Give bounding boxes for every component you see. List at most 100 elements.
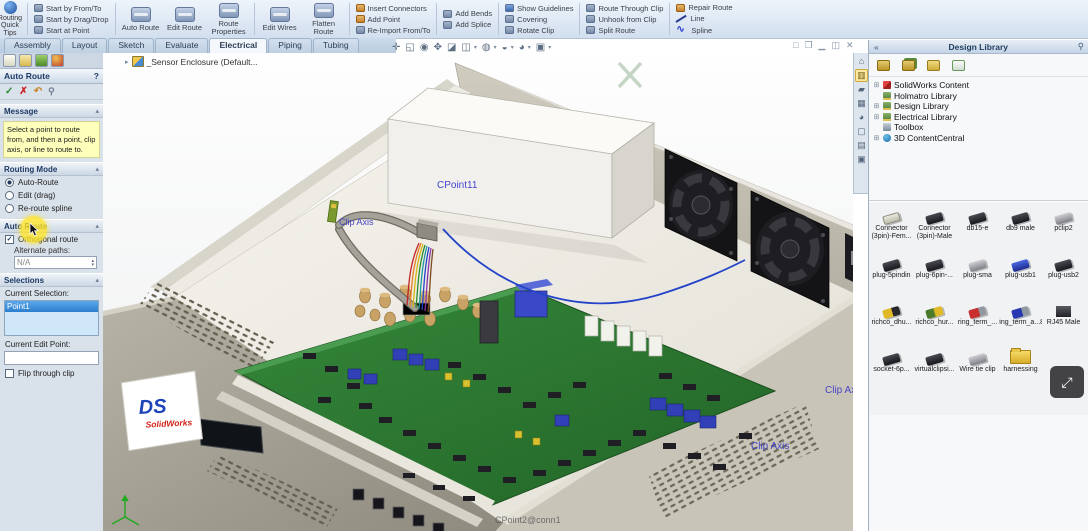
add-point-button[interactable]: Add Point bbox=[356, 15, 431, 24]
library-item[interactable]: plug-usb2 bbox=[1042, 253, 1085, 300]
tab-evaluate[interactable]: Evaluate bbox=[155, 38, 208, 53]
tree-item-design-library[interactable]: ⊞Design Library bbox=[873, 101, 1087, 112]
expander-icon[interactable]: ⊞ bbox=[873, 102, 880, 110]
rotate-clip-button[interactable]: Rotate Clip bbox=[505, 26, 573, 35]
start-at-point-button[interactable]: Start at Point bbox=[34, 26, 109, 35]
view-orientation-icon[interactable]: ◫ bbox=[461, 42, 470, 53]
pin-button[interactable]: ⚲ bbox=[48, 86, 55, 97]
window-restore-icon[interactable]: ❐ bbox=[804, 40, 812, 51]
scenes-icon[interactable]: ▢ bbox=[855, 125, 868, 138]
route-properties-button[interactable]: Route Properties bbox=[208, 3, 250, 36]
reimport-fromto-button[interactable]: Re-Import From/To bbox=[356, 26, 431, 35]
spline-button[interactable]: ∿Spline bbox=[676, 25, 732, 35]
routing-mode-section-header[interactable]: Routing Mode ▴ bbox=[0, 162, 103, 176]
hide-show-items-icon[interactable]: ◒ bbox=[502, 42, 508, 53]
tree-expander-icon[interactable]: ▸ bbox=[125, 58, 129, 66]
edit-route-button[interactable]: Edit Route bbox=[164, 7, 206, 32]
custom-properties-icon[interactable]: ▤ bbox=[855, 139, 868, 152]
window-maximize-icon[interactable]: □ bbox=[793, 40, 798, 51]
display-manager-tab-icon[interactable] bbox=[51, 54, 64, 67]
library-item[interactable]: richco_hur... bbox=[913, 300, 956, 347]
clip-axis-near-label[interactable]: Clip Axis bbox=[339, 217, 374, 227]
document-recovery-icon[interactable]: ▣ bbox=[855, 153, 868, 166]
pin-pane-icon[interactable]: ⚲ bbox=[1073, 41, 1088, 52]
edit-wires-button[interactable]: Edit Wires bbox=[259, 7, 301, 32]
design-library-tab-icon[interactable]: ▥ bbox=[855, 69, 868, 82]
dropdown-caret[interactable]: ▾ bbox=[474, 44, 477, 51]
window-minimize-icon[interactable]: ▁ bbox=[819, 40, 826, 51]
library-item[interactable]: plug-6pin-... bbox=[913, 253, 956, 300]
library-item[interactable]: plug-sma bbox=[956, 253, 999, 300]
tree-item-holmatro-library[interactable]: Holmatro Library bbox=[873, 91, 1087, 102]
line-button[interactable]: Line bbox=[676, 14, 732, 23]
library-item[interactable]: db15-e bbox=[956, 206, 999, 253]
property-manager-tab-icon[interactable] bbox=[19, 54, 32, 67]
current-selection-listbox[interactable]: Point1 bbox=[4, 300, 99, 336]
orthogonal-route-checkbox[interactable]: ✓Orthogonal route bbox=[0, 233, 103, 246]
apply-scene-icon[interactable]: ▣ bbox=[536, 42, 545, 53]
cpoint-top-label[interactable]: CPoint11 bbox=[437, 180, 478, 191]
library-item[interactable]: RJ45 Male bbox=[1042, 300, 1085, 347]
auto-route-button[interactable]: Auto Route bbox=[120, 7, 162, 32]
flatten-route-button[interactable]: Flatten Route bbox=[303, 3, 345, 36]
selections-section-header[interactable]: Selections ▴ bbox=[0, 273, 103, 287]
unhook-from-clip-button[interactable]: Unhook from Clip bbox=[586, 15, 663, 24]
add-file-location-icon[interactable] bbox=[902, 60, 915, 71]
tree-item-toolbox[interactable]: Toolbox bbox=[873, 122, 1087, 133]
edit-drag-radio[interactable]: Edit (drag) bbox=[0, 189, 103, 202]
split-route-button[interactable]: Split Route bbox=[586, 26, 663, 35]
add-bends-button[interactable]: Add Bends bbox=[443, 9, 492, 18]
zoom-in-out-icon[interactable]: ◉ bbox=[420, 42, 429, 53]
routing-quick-tips-button[interactable]: Routing Quick Tips bbox=[0, 0, 25, 38]
repair-route-button[interactable]: Repair Route bbox=[676, 3, 732, 12]
clip-axis-upper-label[interactable]: Clip Axis bbox=[825, 385, 853, 396]
window-tile-icon[interactable]: ◫ bbox=[831, 40, 840, 51]
flip-through-clip-checkbox[interactable]: Flip through clip bbox=[0, 367, 103, 380]
library-item[interactable]: pclip2 bbox=[1042, 206, 1085, 253]
tree-item-3d-contentcentral[interactable]: ⊞3D ContentCentral bbox=[873, 133, 1087, 144]
insert-connectors-button[interactable]: Insert Connectors bbox=[356, 4, 431, 13]
spinner-down-icon[interactable]: ▾ bbox=[91, 263, 94, 267]
start-by-fromto-button[interactable]: Start by From/To bbox=[34, 4, 109, 13]
undo-button[interactable]: ↶ bbox=[34, 86, 42, 97]
edit-appearance-icon[interactable]: ◕ bbox=[519, 42, 525, 53]
view-palette-icon[interactable]: ▦ bbox=[855, 97, 868, 110]
ok-button[interactable]: ✓ bbox=[5, 86, 13, 97]
tab-electrical[interactable]: Electrical bbox=[209, 38, 267, 53]
auto-route-radio[interactable]: Auto-Route bbox=[0, 176, 103, 189]
library-item[interactable]: Wire tie clip bbox=[956, 347, 999, 394]
tab-assembly[interactable]: Assembly bbox=[4, 38, 61, 53]
appearances-scenes-icon[interactable]: ◕ bbox=[855, 111, 868, 124]
cpoint-bottom-label[interactable]: CPoint2@conn1 bbox=[495, 515, 561, 525]
current-edit-point-input[interactable] bbox=[4, 351, 99, 365]
auto-route-section-header[interactable]: Auto Route ▴ bbox=[0, 219, 103, 233]
tab-layout[interactable]: Layout bbox=[62, 38, 108, 53]
configuration-manager-tab-icon[interactable] bbox=[35, 54, 48, 67]
library-item[interactable]: socket-6p... bbox=[870, 347, 913, 394]
add-splice-button[interactable]: Add Splice bbox=[443, 20, 492, 29]
library-item[interactable]: Connector (3pin)-Fem... bbox=[870, 206, 913, 253]
feature-manager-tab-icon[interactable] bbox=[3, 54, 16, 67]
route-through-clip-button[interactable]: Route Through Clip bbox=[586, 4, 663, 13]
graphics-viewport[interactable]: DS SolidWorks bbox=[103, 53, 853, 531]
library-item[interactable]: virtualclipsi... bbox=[913, 347, 956, 394]
library-item[interactable]: ring_term_a...8 bbox=[999, 300, 1042, 347]
display-style-icon[interactable]: ◍ bbox=[482, 42, 491, 53]
dropdown-caret[interactable]: ▾ bbox=[494, 44, 497, 51]
start-by-dragdrop-button[interactable]: Start by Drag/Drop bbox=[34, 15, 109, 24]
tab-sketch[interactable]: Sketch bbox=[108, 38, 154, 53]
add-to-library-icon[interactable] bbox=[877, 60, 890, 71]
cancel-button[interactable]: ✗ bbox=[19, 86, 27, 97]
section-view-icon[interactable]: ◪ bbox=[447, 42, 456, 53]
tab-tubing[interactable]: Tubing bbox=[313, 38, 359, 53]
create-new-folder-icon[interactable] bbox=[927, 60, 940, 71]
window-close-icon[interactable]: ✕ bbox=[846, 40, 854, 51]
feature-tree-root[interactable]: ▸ _Sensor Enclosure (Default... bbox=[125, 56, 258, 67]
refresh-icon[interactable] bbox=[952, 60, 965, 71]
expander-icon[interactable]: ⊞ bbox=[873, 113, 880, 121]
pan-icon[interactable]: ✥ bbox=[434, 42, 442, 53]
alternate-paths-spinner[interactable]: N/A ▴▾ bbox=[14, 256, 97, 269]
help-icon[interactable]: ? bbox=[94, 71, 99, 81]
reroute-spline-radio[interactable]: Re-route spline bbox=[0, 202, 103, 215]
library-item[interactable]: plug-5pindin bbox=[870, 253, 913, 300]
